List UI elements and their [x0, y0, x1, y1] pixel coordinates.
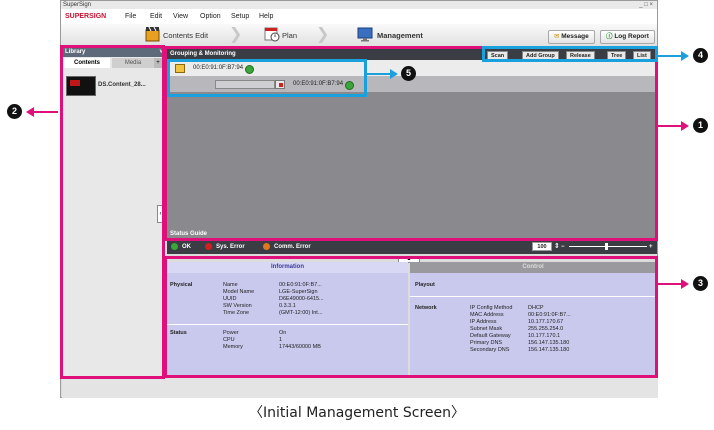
callout-number-1: 1 — [693, 118, 708, 133]
arrow-head-icon — [390, 69, 398, 79]
callout-number-2: 2 — [7, 104, 22, 119]
chevron-right-icon: ❯ — [316, 26, 330, 43]
legend-ok-label: OK — [182, 244, 191, 250]
window-title: SuperSign — [63, 2, 92, 8]
message-button-label: Message — [561, 33, 589, 40]
nav-management[interactable]: Management — [377, 29, 423, 43]
log-report-button[interactable]: ⓘ Log Report — [600, 30, 655, 44]
legend-comm-error-label: Comm. Error — [274, 244, 311, 250]
title-bar: SuperSign _ □ × — [61, 1, 657, 9]
nav-plan[interactable]: Plan — [282, 29, 297, 43]
chevron-right-icon: ❯ — [229, 26, 243, 43]
menu-view[interactable]: View — [173, 9, 188, 24]
ok-status-icon — [171, 243, 178, 250]
zoom-out-icon[interactable]: − — [561, 240, 565, 254]
menu-help[interactable]: Help — [259, 9, 273, 24]
log-report-button-label: Log Report — [614, 33, 649, 40]
callout-box-devices — [167, 59, 367, 97]
callout-box-info — [164, 256, 658, 378]
window-controls[interactable]: _ □ × — [639, 1, 653, 9]
zoom-slider-knob[interactable] — [605, 243, 608, 250]
zoom-stepper[interactable]: ⇕ — [554, 240, 560, 254]
zoom-input[interactable]: 100 — [532, 242, 552, 251]
callout-arrow — [658, 55, 683, 57]
menu-option[interactable]: Option — [200, 9, 221, 24]
callout-box-library — [60, 45, 165, 379]
arrow-head-icon — [681, 279, 689, 289]
legend-sys-error-label: Sys. Error — [216, 244, 245, 250]
plan-icon — [264, 26, 280, 42]
callout-arrow — [30, 111, 58, 113]
info-icon: ⓘ — [606, 33, 613, 40]
app-logo: SUPERSIGN — [65, 13, 107, 20]
figure-caption: 〈Initial Management Screen〉 — [249, 405, 465, 421]
menu-bar: SUPERSIGN File Edit View Option Setup He… — [61, 9, 657, 24]
callout-arrow — [658, 283, 683, 285]
contents-edit-icon — [145, 26, 161, 42]
status-legend-bar: OK Sys. Error Comm. Error 100 ⇕ − + — [167, 240, 657, 254]
comm-error-status-icon — [263, 243, 270, 250]
zoom-slider[interactable] — [569, 246, 647, 247]
arrow-head-icon — [681, 51, 689, 61]
callout-arrow — [658, 125, 683, 127]
zoom-in-icon[interactable]: + — [649, 240, 653, 254]
menu-setup[interactable]: Setup — [231, 9, 249, 24]
menu-file[interactable]: File — [125, 9, 136, 24]
arrow-head-icon — [26, 107, 34, 117]
arrow-head-icon — [681, 121, 689, 131]
message-button[interactable]: ✉ Message — [548, 30, 595, 44]
status-bar — [62, 377, 658, 398]
nav-contents-edit[interactable]: Contents Edit — [163, 29, 208, 43]
envelope-icon: ✉ — [554, 33, 560, 40]
callout-number-5: 5 — [401, 66, 416, 81]
callout-number-3: 3 — [693, 276, 708, 291]
management-icon — [357, 26, 373, 42]
sys-error-status-icon — [205, 243, 212, 250]
menu-edit[interactable]: Edit — [150, 9, 162, 24]
callout-arrow — [367, 73, 392, 75]
callout-number-4: 4 — [693, 48, 708, 63]
callout-box-buttons — [482, 46, 658, 62]
